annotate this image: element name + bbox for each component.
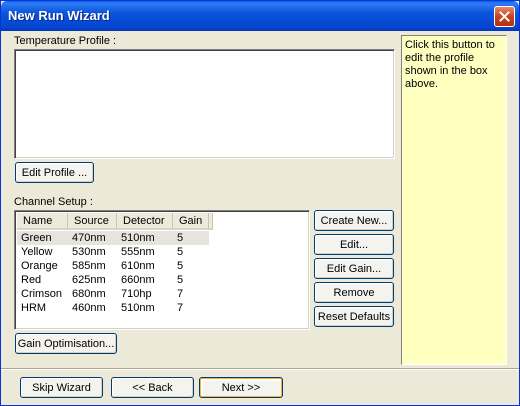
temperature-profile-box [14, 49, 395, 159]
channel-list[interactable]: Name Source Detector Gain Green 470nm 51… [14, 210, 310, 330]
table-row[interactable]: Orange 585nm 610nm 5 [17, 259, 209, 273]
create-new-button[interactable]: Create New... [314, 210, 394, 231]
table-row[interactable]: HRM 460nm 510nm 7 [17, 301, 209, 315]
table-row[interactable]: Crimson 680nm 710hp 7 [17, 287, 209, 301]
edit-profile-button-label: Edit Profile ... [21, 166, 88, 179]
column-header-source[interactable]: Source [68, 213, 117, 230]
window-title: New Run Wizard [8, 8, 110, 23]
table-row[interactable]: Red 625nm 660nm 5 [17, 273, 209, 287]
footer-divider [1, 368, 519, 370]
table-row[interactable]: Green 470nm 510nm 5 [17, 231, 209, 245]
edit-gain-button[interactable]: Edit Gain... [314, 258, 394, 279]
close-icon [499, 11, 510, 22]
help-text: Click this button to edit the profile sh… [405, 39, 495, 90]
next-button[interactable]: Next >> [199, 377, 283, 398]
column-header-filler [209, 213, 213, 230]
gain-optimisation-button[interactable]: Gain Optimisation... [15, 333, 117, 354]
title-bar[interactable]: New Run Wizard [1, 1, 519, 31]
column-header-detector[interactable]: Detector [117, 213, 173, 230]
column-header-gain[interactable]: Gain [173, 213, 209, 230]
new-run-wizard-window: New Run Wizard Temperature Profile : Edi… [0, 0, 520, 406]
table-row[interactable]: Yellow 530nm 555nm 5 [17, 245, 209, 259]
column-header-name[interactable]: Name [17, 213, 68, 230]
temperature-profile-label: Temperature Profile : [14, 35, 117, 47]
remove-button[interactable]: Remove [314, 282, 394, 303]
edit-button[interactable]: Edit... [314, 234, 394, 255]
help-panel: Click this button to edit the profile sh… [401, 35, 507, 365]
close-button[interactable] [494, 6, 515, 27]
back-button[interactable]: << Back [111, 377, 194, 398]
channel-setup-label: Channel Setup : [14, 196, 93, 208]
channel-list-header: Name Source Detector Gain [17, 213, 213, 230]
edit-profile-button[interactable]: Edit Profile ... [15, 162, 94, 183]
skip-wizard-button[interactable]: Skip Wizard [20, 377, 103, 398]
reset-defaults-button[interactable]: Reset Defaults [314, 306, 394, 327]
